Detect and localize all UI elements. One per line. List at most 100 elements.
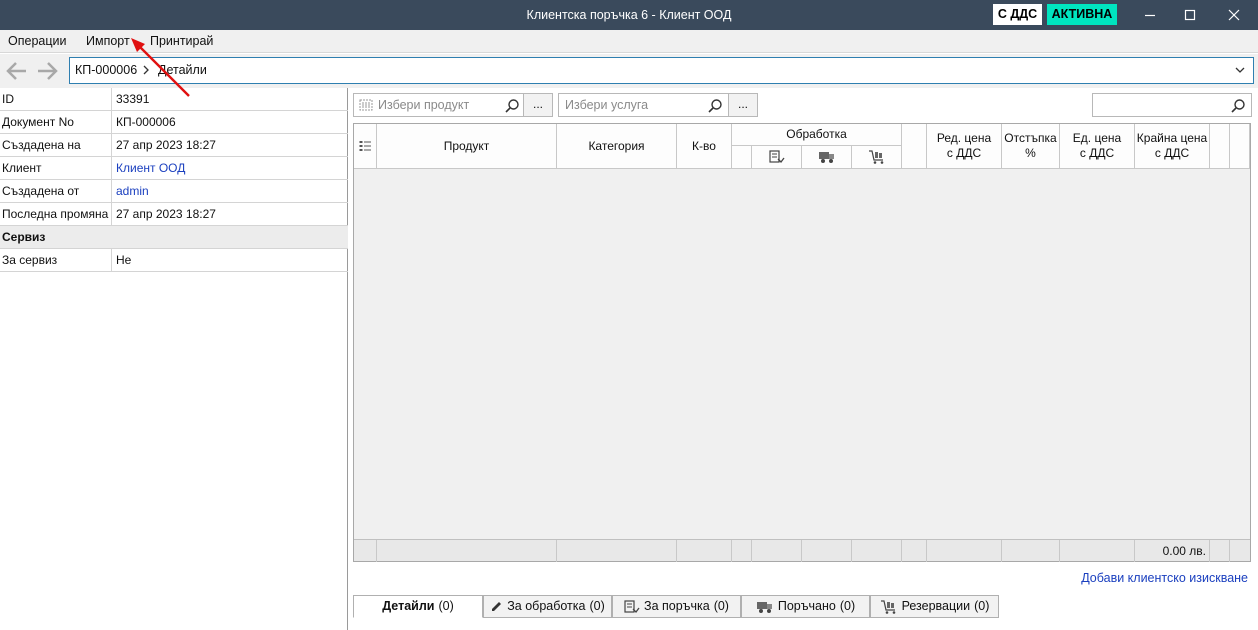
property-key: Създадена от [2,184,80,198]
cart-icon [880,599,895,614]
back-button[interactable] [4,60,30,82]
column-unit-price[interactable]: Ед. цена с ДДС [1060,124,1135,169]
properties-panel: ID 33391 Документ No КП-000006 Създадена… [0,88,348,630]
tab-count: (0) [438,599,454,613]
annotation-arrow-icon [131,38,190,97]
tab-count: (0) [839,599,856,613]
column-discount-line2: % [1025,146,1036,160]
truck-icon [818,152,834,163]
tab-label: Резервации [901,599,971,613]
column-unit-price-line2: с ДДС [1079,146,1115,160]
column-for-processing[interactable] [752,146,802,169]
truck-icon [756,601,772,613]
breadcrumb[interactable]: КП-000006 Детайли [69,57,1254,84]
forward-button[interactable] [34,60,60,82]
column-final-price-line1: Крайна цена [1136,131,1208,145]
minimize-button[interactable] [1130,0,1170,30]
tab-for-order[interactable]: За поръчка (0) [612,595,741,618]
service-picker[interactable]: Избери услуга [558,93,729,117]
property-key: Документ No [2,115,74,129]
tab-label: Детайли [382,599,435,613]
property-row: Създадена от admin [0,180,348,203]
section-header: Сервиз [0,226,348,249]
column-processing: Обработка [732,124,902,146]
property-key: Клиент [2,161,42,175]
service-browse-button[interactable]: ... [728,93,758,117]
property-row: Клиент Клиент ООД [0,157,348,180]
column-product[interactable]: Продукт [377,124,557,169]
close-button[interactable] [1214,0,1254,30]
tab-count: (0) [713,599,729,613]
chevron-down-icon[interactable] [1235,66,1245,74]
tab-reservations[interactable]: Резервации (0) [870,595,999,618]
grid-summary-row: 0.00 лв. [354,539,1250,562]
product-picker[interactable]: Избери продукт [353,93,526,117]
barcode-icon [359,99,373,111]
column-regular-price-line2: с ДДС [946,146,982,160]
search-icon[interactable] [504,98,520,114]
column-ordered[interactable] [802,146,852,169]
property-key: ID [2,92,14,106]
property-value: 27 апр 2023 18:27 [116,138,216,152]
order-icon [768,150,785,163]
menu-operations[interactable]: Операции [8,30,66,53]
maximize-icon [1184,9,1196,21]
maximize-button[interactable] [1170,0,1210,30]
search-icon[interactable] [1230,98,1246,114]
tab-details[interactable]: Детайли (0) [353,595,483,618]
arrow-right-icon [38,62,58,80]
column-regular-price[interactable]: Ред. цена с ДДС [927,124,1002,169]
property-key: Последна промяна [2,207,109,221]
order-icon [624,599,640,613]
pencil-icon [492,602,502,611]
property-value: Не [116,253,132,267]
arrow-left-icon [6,62,26,80]
column-reservations[interactable] [852,146,902,169]
list-icon [359,141,371,151]
column-chooser-button[interactable] [354,124,377,169]
property-row: Последна промяна 27 апр 2023 18:27 [0,203,348,226]
section-title: Сервиз [2,230,46,244]
tab-count: (0) [589,599,605,613]
cart-icon [868,150,883,164]
order-items-grid[interactable]: Продукт Категория К-во Обработка Ред. це… [353,123,1251,562]
grid-search-input[interactable] [1092,93,1252,117]
property-key: Създадена на [2,138,81,152]
client-link[interactable]: Клиент ООД [116,157,185,179]
processing-subcolumn [732,146,752,169]
property-row: Създадена на 27 апр 2023 18:27 [0,134,348,157]
property-key: За сервиз [2,253,58,267]
tab-label: За поръчка [644,599,710,613]
title-bar: Клиентска поръчка 6 - Клиент ООД С ДДС А… [0,0,1258,30]
close-icon [1228,9,1240,21]
tab-label: Поръчано [777,599,836,613]
property-row: Документ No КП-000006 [0,111,348,134]
column-spacer [902,124,927,169]
add-client-request-link[interactable]: Добави клиентско изискване [1081,571,1248,585]
menu-import[interactable]: Импорт [86,30,130,53]
column-final-price[interactable]: Крайна цена с ДДС [1135,124,1210,169]
creator-link[interactable]: admin [116,180,149,202]
column-quantity[interactable]: К-во [677,124,732,169]
property-value: КП-000006 [116,115,176,129]
column-discount[interactable]: Отстъпка % [1002,124,1060,169]
tab-count: (0) [974,599,990,613]
minimize-icon [1145,14,1155,17]
service-placeholder: Избери услуга [565,98,649,112]
column-extra [1230,124,1250,169]
column-extra [1210,124,1230,169]
grid-total: 0.00 лв. [1162,544,1206,558]
product-browse-button[interactable]: ... [523,93,553,117]
column-unit-price-line1: Ед. цена [1072,131,1122,145]
tab-for-processing[interactable]: За обработка (0) [483,595,612,618]
tab-label: За обработка [507,599,586,613]
property-row: За сервиз Не [0,249,348,272]
column-category[interactable]: Категория [557,124,677,169]
property-value: 27 апр 2023 18:27 [116,207,216,221]
tab-ordered[interactable]: Поръчано (0) [741,595,870,618]
product-placeholder: Избери продукт [378,98,470,112]
status-badge: АКТИВНА [1047,4,1117,25]
column-regular-price-line1: Ред. цена [936,131,992,145]
search-icon[interactable] [707,98,723,114]
vat-badge: С ДДС [993,4,1042,25]
